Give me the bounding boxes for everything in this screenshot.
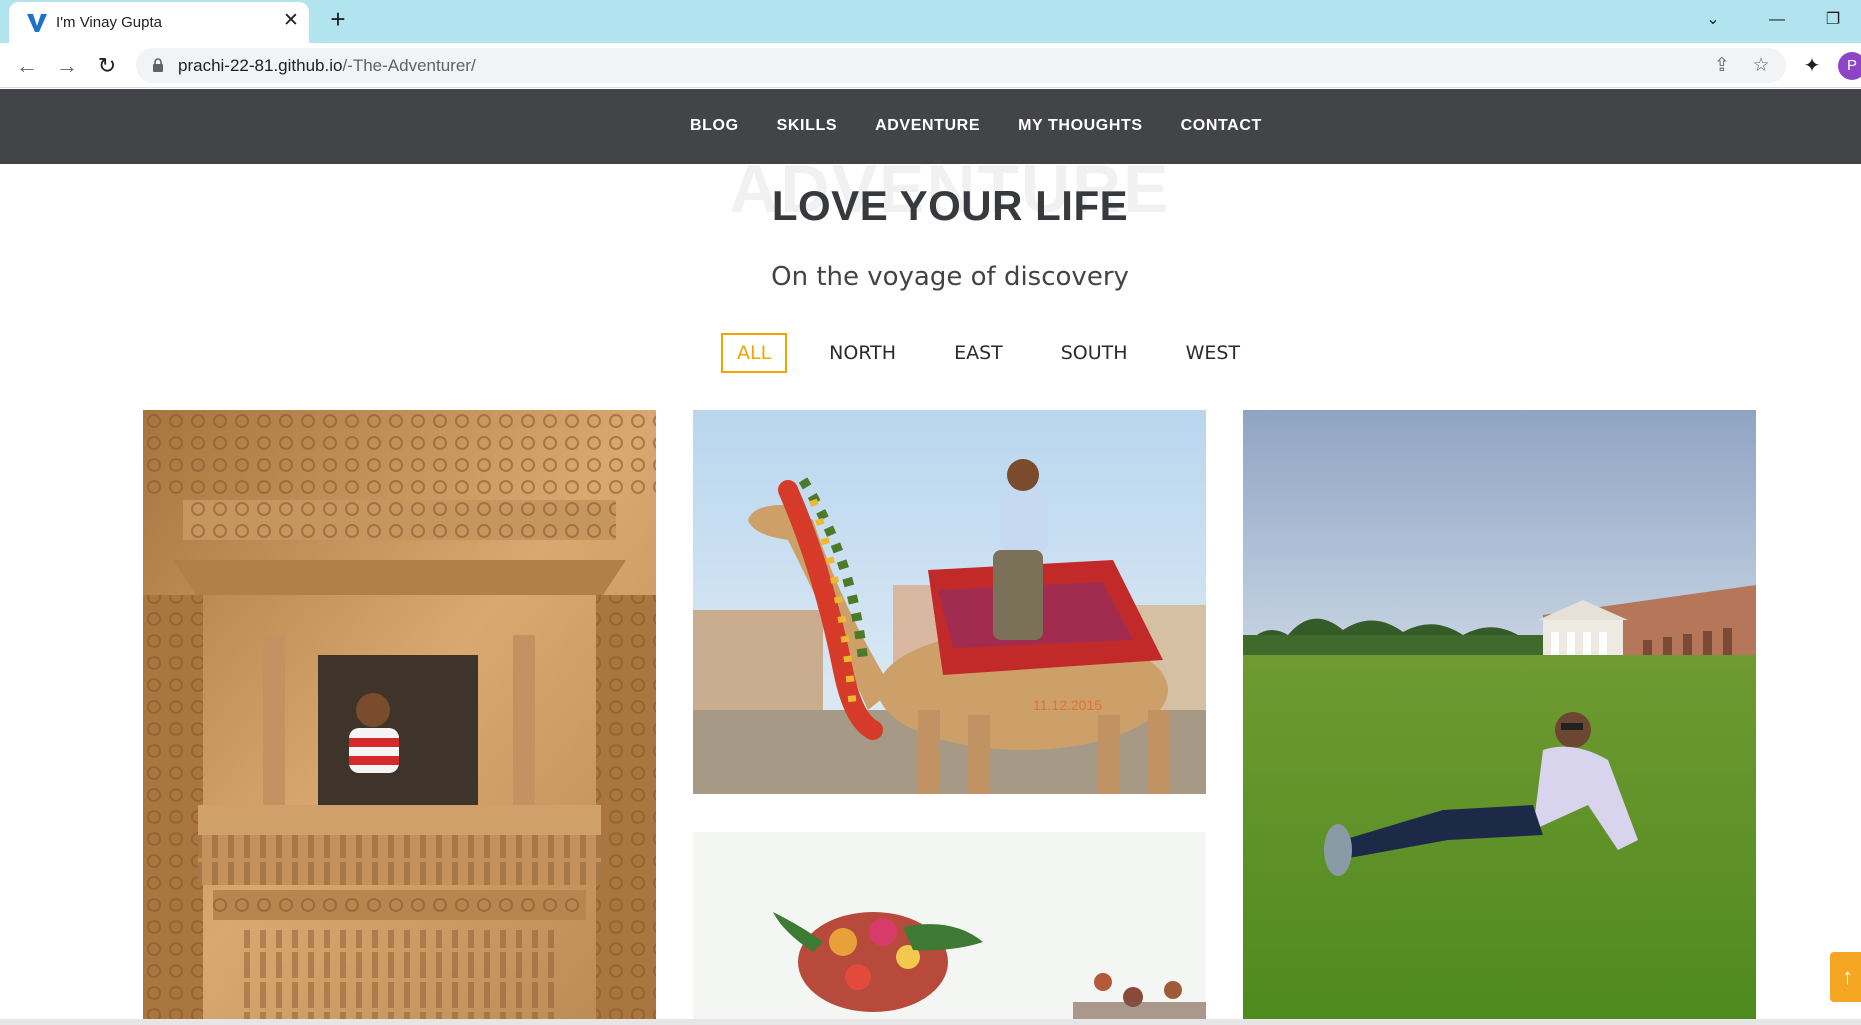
nav-link-skills[interactable]: SKILLS bbox=[777, 117, 838, 135]
gallery-photo-stepwell[interactable] bbox=[143, 410, 656, 1025]
photo-date-stamp: 11.12.2015 bbox=[1033, 697, 1102, 713]
bookmark-star-icon[interactable]: ☆ bbox=[1747, 52, 1775, 80]
nav-link-contact[interactable]: CONTACT bbox=[1181, 117, 1262, 135]
tab-search-icon[interactable]: ⌄ bbox=[1696, 6, 1730, 34]
filter-south[interactable]: SOUTH bbox=[1045, 333, 1144, 373]
nav-link-blog[interactable]: BLOG bbox=[690, 117, 739, 135]
lock-icon bbox=[153, 58, 163, 72]
tab-close-icon[interactable]: ✕ bbox=[280, 10, 302, 32]
nav-link-adventure[interactable]: ADVENTURE bbox=[875, 117, 980, 135]
nav-link-my-thoughts[interactable]: MY THOUGHTS bbox=[1018, 117, 1143, 135]
horizontal-scrollbar[interactable] bbox=[0, 1019, 1861, 1025]
v-logo-icon bbox=[27, 14, 47, 32]
browser-toolbar: ← → ↻ prachi-22-81.github.io/-The-Advent… bbox=[0, 43, 1861, 88]
url-text: prachi-22-81.github.io/-The-Adventurer/ bbox=[178, 56, 476, 76]
address-bar[interactable]: prachi-22-81.github.io/-The-Adventurer/ … bbox=[136, 48, 1786, 83]
profile-avatar[interactable]: P bbox=[1838, 52, 1861, 80]
gallery-filters: ALL NORTH EAST SOUTH WEST bbox=[721, 332, 1282, 373]
nav-links: BLOG SKILLS ADVENTURE MY THOUGHTS CONTAC… bbox=[671, 117, 1281, 135]
gallery-photo-camel[interactable]: 11.12.2015 bbox=[693, 410, 1206, 794]
lawn-photo-image bbox=[1243, 410, 1756, 1025]
flowers-photo-image bbox=[693, 832, 1206, 1025]
browser-tab[interactable]: I'm Vinay Gupta ✕ bbox=[9, 2, 309, 43]
forward-arrow-icon[interactable]: → bbox=[52, 51, 82, 81]
reload-icon[interactable]: ↻ bbox=[92, 51, 122, 81]
tab-title: I'm Vinay Gupta bbox=[56, 14, 162, 31]
filter-all[interactable]: ALL bbox=[721, 332, 788, 373]
section-title: LOVE YOUR LIFE bbox=[771, 182, 1129, 229]
extensions-puzzle-icon[interactable]: ✦ bbox=[1797, 51, 1827, 81]
gallery-photo-flowers[interactable] bbox=[693, 832, 1206, 1025]
camel-photo-image: 11.12.2015 bbox=[693, 410, 1206, 794]
restore-button[interactable]: ❐ bbox=[1816, 6, 1850, 34]
share-icon[interactable]: ⇪ bbox=[1708, 52, 1736, 80]
browser-tabbar: I'm Vinay Gupta ✕ + ⌄ — ❐ bbox=[0, 0, 1861, 43]
scroll-to-top-button[interactable]: ↑ bbox=[1830, 952, 1861, 1002]
url-path: /-The-Adventurer/ bbox=[342, 56, 476, 75]
gallery-photo-lawn[interactable] bbox=[1243, 410, 1756, 1025]
filter-east[interactable]: EAST bbox=[938, 333, 1019, 373]
back-arrow-icon[interactable]: ← bbox=[12, 51, 42, 81]
section-subtitle: On the voyage of discovery bbox=[771, 262, 1129, 292]
filter-west[interactable]: WEST bbox=[1170, 333, 1256, 373]
stepwell-photo-image bbox=[143, 410, 656, 1025]
filter-north[interactable]: NORTH bbox=[813, 333, 912, 373]
new-tab-button[interactable]: + bbox=[324, 6, 352, 34]
url-host: prachi-22-81.github.io bbox=[178, 56, 343, 75]
minimize-button[interactable]: — bbox=[1760, 6, 1794, 34]
